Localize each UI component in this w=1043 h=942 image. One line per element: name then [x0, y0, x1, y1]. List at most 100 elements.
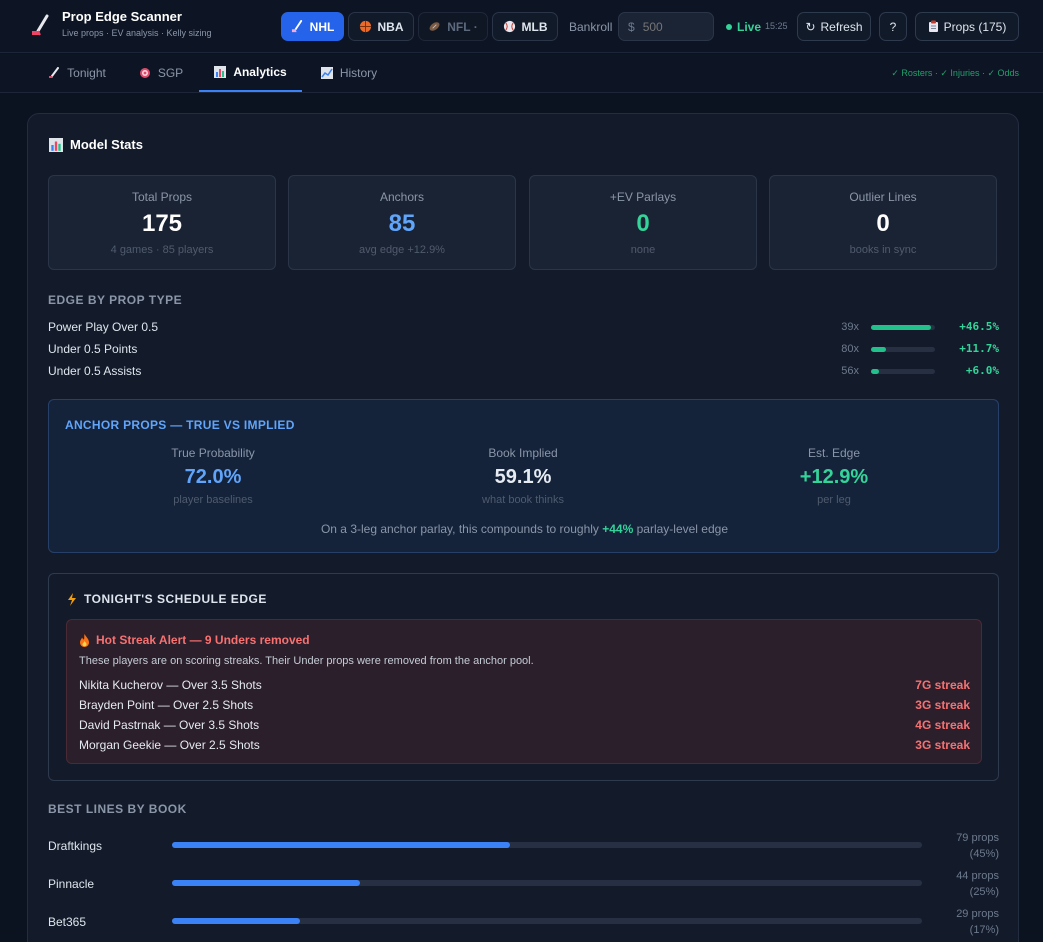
- stat-card-outlier-lines: Outlier Lines 0 books in sync: [769, 175, 997, 270]
- anchor-value: 59.1%: [494, 466, 552, 488]
- refresh-button[interactable]: ↻ Refresh: [797, 12, 871, 41]
- streak-row: Brayden Point — Over 2.5 Shots 3G streak: [79, 698, 970, 714]
- prop-type-edge: +6.0%: [965, 364, 999, 377]
- book-count: 44 props (25%): [929, 868, 999, 900]
- model-stats-title: Model Stats: [70, 137, 143, 152]
- sport-button-nba[interactable]: NBA: [348, 12, 414, 41]
- stat-label: Total Props: [131, 190, 193, 204]
- stat-sub: avg edge +12.9%: [359, 244, 445, 256]
- anchor-props-heading: ANCHOR PROPS — TRUE VS IMPLIED: [65, 418, 295, 432]
- refresh-icon: ↻: [805, 19, 816, 34]
- props-button[interactable]: Props (175): [915, 12, 1019, 41]
- sport-label-nfl: NFL ·: [447, 19, 478, 34]
- live-label: Live: [737, 20, 762, 34]
- sport-button-nfl[interactable]: NFL ·: [418, 12, 488, 41]
- tab-sgp[interactable]: SGP: [128, 54, 194, 92]
- football-icon: [429, 22, 440, 31]
- tab-label-analytics: Analytics: [233, 65, 287, 79]
- streak-player: Nikita Kucherov — Over 3.5 Shots: [79, 678, 262, 692]
- stat-sub: books in sync: [849, 244, 917, 256]
- streak-length: 4G streak: [915, 718, 970, 732]
- book-props: 29 props: [956, 908, 999, 920]
- anchor-col-true-probability: True Probability 72.0% player baselines: [63, 446, 363, 506]
- baseball-icon: [503, 20, 515, 33]
- tab-analytics[interactable]: Analytics: [199, 54, 302, 92]
- bar-chart-icon: [214, 66, 227, 78]
- lightning-icon: [68, 592, 76, 606]
- app-subtitle: Live props · EV analysis · Kelly sizing: [62, 28, 212, 38]
- book-name: Draftkings: [48, 839, 103, 853]
- note-text-pre: On a 3-leg anchor parlay, this compounds…: [320, 522, 603, 536]
- props-label: Props (175): [943, 19, 1007, 34]
- edge-bar-track: [871, 347, 935, 352]
- stat-sub: none: [630, 244, 656, 256]
- bankroll-input[interactable]: [642, 19, 703, 34]
- prop-type-edge: +11.7%: [959, 342, 999, 355]
- tab-tonight[interactable]: Tonight: [33, 54, 121, 92]
- edge-by-prop-heading: EDGE BY PROP TYPE: [48, 293, 183, 307]
- book-row: Draftkings 79 props (45%): [48, 830, 999, 864]
- hockey-icon: [291, 20, 302, 33]
- book-row: Pinnacle 44 props (25%): [48, 868, 999, 902]
- book-bar-track: [172, 880, 922, 886]
- book-props: 44 props: [956, 870, 999, 882]
- anchor-sub: what book thinks: [482, 494, 564, 506]
- anchor-sub: player baselines: [173, 494, 253, 506]
- schedule-edge-box: TONIGHT'S SCHEDULE EDGE Hot Streak Alert…: [48, 573, 999, 781]
- prop-type-name: Under 0.5 Assists: [48, 364, 142, 378]
- book-bar-fill: [172, 842, 510, 848]
- line-chart-icon: [320, 67, 333, 79]
- app-header: Prop Edge Scanner Live props · EV analys…: [0, 0, 1043, 53]
- note-text-post: parlay-level edge: [633, 522, 729, 536]
- book-bar-track: [172, 918, 922, 924]
- hot-streak-alert-heading: Hot Streak Alert — 9 Unders removed: [79, 633, 310, 647]
- book-bar-fill: [172, 880, 360, 886]
- live-dot-icon: [726, 24, 732, 30]
- anchor-col-book-implied: Book Implied 59.1% what book thinks: [373, 446, 673, 506]
- sport-button-mlb[interactable]: MLB: [492, 12, 558, 41]
- edge-bar-track: [871, 369, 935, 374]
- streak-row: Morgan Geekie — Over 2.5 Shots 3G streak: [79, 738, 970, 754]
- hot-streak-alert-description: These players are on scoring streaks. Th…: [79, 655, 534, 667]
- analytics-panel: Model Stats Total Props 175 4 games · 85…: [27, 113, 1019, 942]
- stat-value: 0: [876, 210, 890, 237]
- prop-type-edge: +46.5%: [959, 320, 999, 333]
- anchor-props-box: ANCHOR PROPS — TRUE VS IMPLIED True Prob…: [48, 399, 999, 553]
- stat-value: 175: [141, 210, 183, 237]
- basketball-icon: [359, 20, 371, 33]
- book-name: Bet365: [48, 915, 87, 929]
- model-stats-heading: Model Stats: [49, 137, 143, 152]
- parlay-edge-note: On a 3-leg anchor parlay, this compounds…: [49, 522, 1000, 536]
- streak-length: 3G streak: [915, 698, 970, 712]
- streak-length: 3G streak: [915, 738, 970, 752]
- tab-bar: Tonight SGP Analytics History ✓ Rosters …: [0, 54, 1043, 93]
- stat-value: 0: [636, 210, 650, 237]
- best-lines-heading: BEST LINES BY BOOK: [48, 802, 187, 816]
- book-pct: (45%): [969, 848, 999, 860]
- prop-type-row: Under 0.5 Assists 56x +6.0%: [48, 364, 999, 380]
- tab-history[interactable]: History: [307, 54, 391, 92]
- data-status-checks: ✓ Rosters · ✓ Injuries · ✓ Odds: [891, 68, 1019, 78]
- stat-label: +EV Parlays: [609, 190, 677, 204]
- prop-type-row: Power Play Over 0.5 39x +46.5%: [48, 320, 999, 336]
- streak-player: Morgan Geekie — Over 2.5 Shots: [79, 738, 260, 752]
- sport-button-nhl[interactable]: NHL: [281, 12, 344, 41]
- anchor-col-est-edge: Est. Edge +12.9% per leg: [684, 446, 984, 506]
- prop-type-count: 39x: [841, 321, 859, 333]
- hockey-stick-logo-icon: [32, 14, 49, 36]
- stat-card-anchors: Anchors 85 avg edge +12.9%: [288, 175, 516, 270]
- tab-label-sgp: SGP: [157, 66, 184, 80]
- target-icon: [139, 68, 150, 78]
- stat-sub: 4 games · 85 players: [110, 244, 214, 256]
- anchor-sub: per leg: [817, 494, 851, 506]
- stat-value: 85: [388, 210, 416, 237]
- refresh-label: Refresh: [820, 19, 863, 34]
- bankroll-field[interactable]: $: [618, 12, 714, 41]
- prop-type-name: Under 0.5 Points: [48, 342, 138, 356]
- book-props: 79 props: [956, 832, 999, 844]
- clipboard-icon: [928, 20, 938, 32]
- book-pct: (17%): [969, 924, 999, 936]
- help-button[interactable]: ?: [879, 12, 907, 41]
- anchor-label: True Probability: [171, 446, 255, 460]
- anchor-value: +12.9%: [799, 466, 869, 488]
